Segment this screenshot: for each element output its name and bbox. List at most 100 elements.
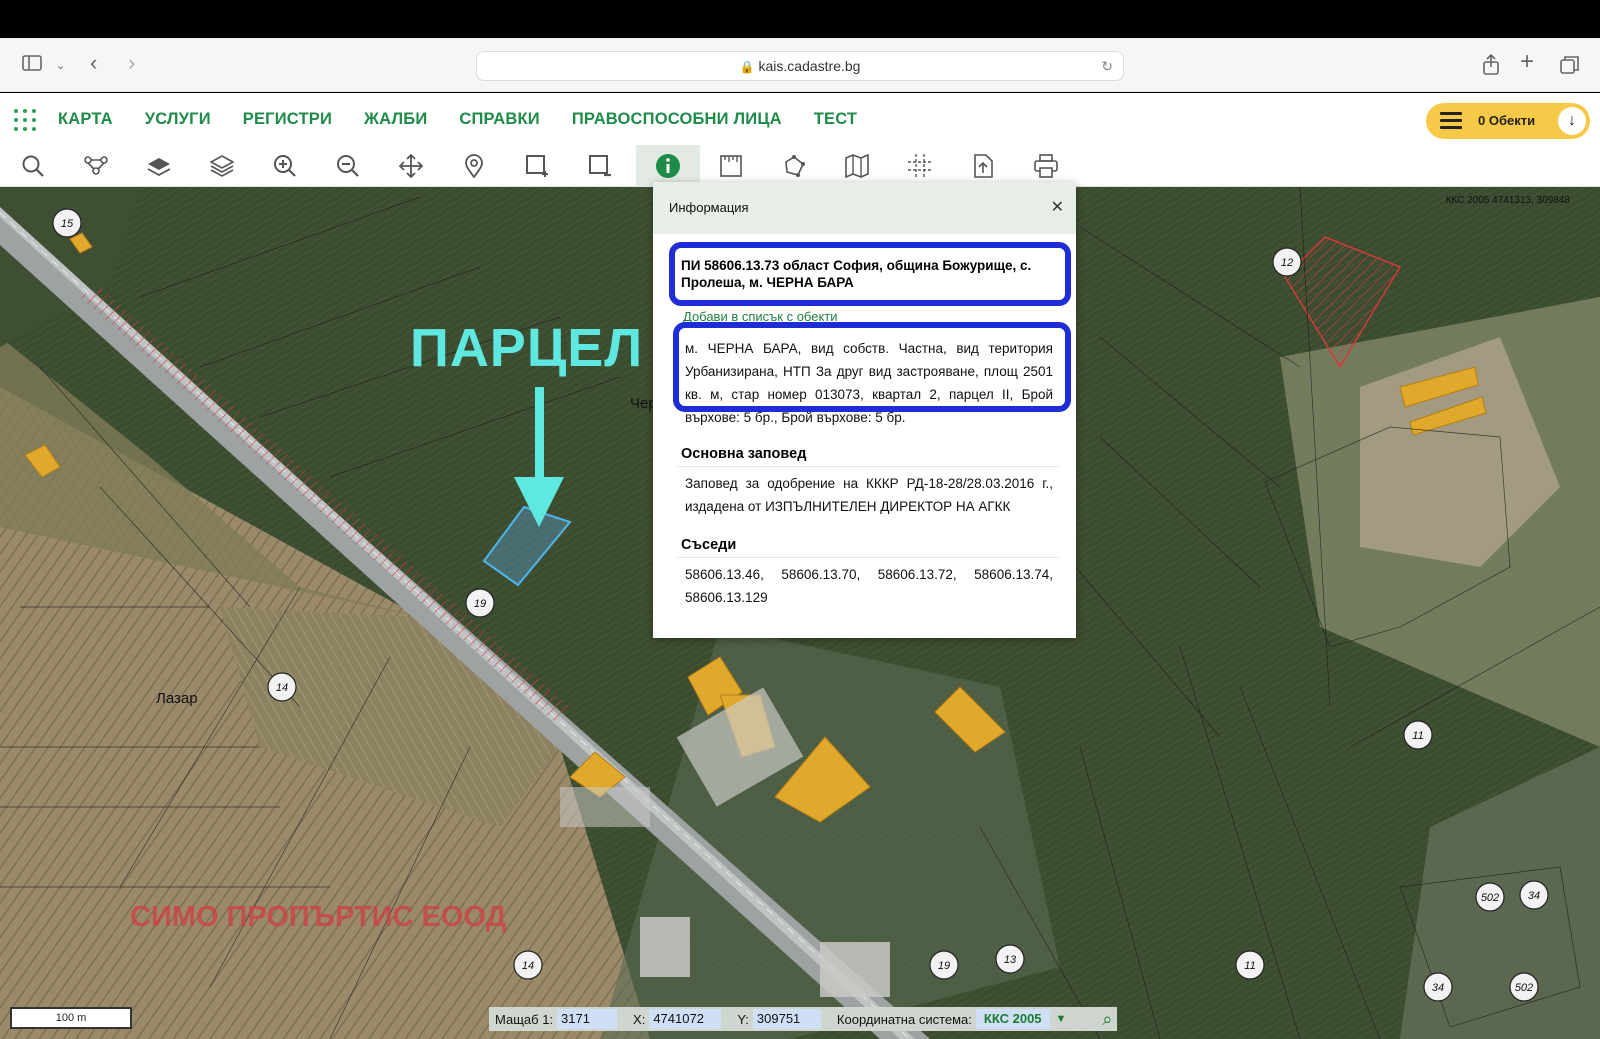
- tool-measure[interactable]: [700, 145, 762, 187]
- objects-basket-button[interactable]: 0 Обекти ↓: [1426, 103, 1590, 139]
- forward-icon[interactable]: ›: [128, 52, 135, 74]
- reload-icon[interactable]: ↻: [1101, 52, 1113, 80]
- map-toolbar: [0, 145, 1600, 187]
- map-status-bar: Мащаб 1: 3171 X: 4741072 Y: 309751 Коорд…: [489, 1007, 1117, 1031]
- circle-label: 11: [1412, 730, 1423, 742]
- info-panel: Информация ✕ ПИ 58606.13.73 област София…: [653, 182, 1076, 638]
- zoom-out-icon: [337, 155, 359, 177]
- print-icon: [1034, 154, 1058, 178]
- tree-icon: [84, 156, 108, 175]
- layers-icon: [210, 155, 234, 177]
- info-panel-title: Информация: [669, 200, 749, 215]
- os-top-bar: [0, 0, 1600, 38]
- y-label: Y:: [737, 1011, 749, 1027]
- highlight-frame-description: [673, 322, 1071, 412]
- circle-label: 14: [522, 960, 534, 972]
- tool-polygon[interactable]: [763, 145, 825, 187]
- search-icon[interactable]: ⌕: [1102, 1009, 1112, 1030]
- apps-grid-icon[interactable]: [14, 109, 38, 133]
- scale-field[interactable]: 3171: [557, 1009, 618, 1029]
- select-remove-icon: [589, 155, 611, 177]
- tabs-overview-icon[interactable]: [1560, 55, 1580, 79]
- tool-export[interactable]: [952, 145, 1014, 187]
- coord-system-label: Координатна система:: [836, 1011, 972, 1027]
- chevron-down-icon[interactable]: ⌄: [56, 56, 65, 76]
- tool-pan[interactable]: [380, 145, 442, 187]
- grid-icon: [908, 154, 932, 178]
- layer-icon: [147, 158, 171, 177]
- pan-icon: [399, 154, 423, 178]
- close-icon[interactable]: ✕: [1051, 182, 1064, 234]
- tool-pin[interactable]: [443, 145, 505, 187]
- sidebar-icon[interactable]: [22, 55, 42, 75]
- dropdown-arrow-icon[interactable]: ▼: [1056, 1013, 1067, 1025]
- circle-label: 14: [276, 682, 288, 694]
- zoom-in-icon: [274, 155, 296, 177]
- circle-label: 13: [1004, 954, 1017, 966]
- nav-item-registri[interactable]: РЕГИСТРИ: [243, 110, 332, 129]
- place-label-lazar: Лазар: [156, 690, 198, 707]
- site-navigation: КАРТА УСЛУГИ РЕГИСТРИ ЖАЛБИ СПРАВКИ ПРАВ…: [0, 93, 1600, 145]
- nav-item-uslugi[interactable]: УСЛУГИ: [145, 110, 211, 129]
- tool-map[interactable]: [826, 145, 888, 187]
- tool-grid[interactable]: [889, 145, 951, 187]
- circle-label: 502: [1481, 892, 1499, 904]
- tool-tree[interactable]: [65, 145, 127, 187]
- scale-bar: 100 m: [10, 1007, 132, 1029]
- objects-count: 0 Обекти: [1478, 113, 1536, 128]
- info-panel-header: Информация ✕: [653, 182, 1076, 234]
- coord-system-select[interactable]: ККС 2005: [975, 1009, 1050, 1029]
- nav-item-pravosposobni[interactable]: ПРАВОСПОСОБНИ ЛИЦА: [572, 110, 782, 129]
- tool-info[interactable]: [636, 145, 700, 187]
- circle-label: 19: [938, 960, 950, 972]
- tool-select-remove[interactable]: [569, 145, 631, 187]
- circle-label: 19: [474, 598, 486, 610]
- polygon-icon: [785, 155, 805, 177]
- measure-icon: [720, 155, 742, 177]
- circle-label: 34: [1528, 890, 1540, 902]
- tool-layer[interactable]: [128, 145, 190, 187]
- tool-select-add[interactable]: [506, 145, 568, 187]
- circle-label: 502: [1515, 982, 1533, 994]
- circle-label: 15: [61, 218, 74, 230]
- pin-icon: [465, 154, 483, 178]
- circle-label: 11: [1244, 960, 1255, 972]
- menu-icon: [1440, 112, 1462, 130]
- neighbors-heading: Съседи: [677, 532, 1059, 558]
- tool-zoom-in[interactable]: [254, 145, 316, 187]
- coordinate-readout: ККС 2005 4741313, 309848: [1445, 195, 1570, 206]
- x-label: X:: [633, 1011, 646, 1027]
- order-heading: Основна заповед: [677, 441, 1059, 467]
- export-icon: [974, 154, 993, 178]
- tool-print[interactable]: [1015, 145, 1077, 187]
- info-icon: [656, 154, 680, 178]
- nav-item-spravki[interactable]: СПРАВКИ: [459, 110, 540, 129]
- tool-zoom-out[interactable]: [317, 145, 379, 187]
- address-bar[interactable]: 🔒 kais.cadastre.bg ↻: [476, 51, 1124, 81]
- lock-icon: 🔒: [739, 60, 755, 74]
- y-field[interactable]: 309751: [752, 1009, 821, 1029]
- scale-label: Мащаб 1:: [495, 1011, 554, 1027]
- back-icon[interactable]: ‹: [90, 52, 97, 74]
- url-text: kais.cadastre.bg: [758, 58, 861, 74]
- nav-item-test[interactable]: ТЕСТ: [814, 110, 857, 129]
- nav-item-karta[interactable]: КАРТА: [58, 110, 113, 129]
- browser-toolbar: ⌄ ‹ › 🔒 kais.cadastre.bg ↻ +: [0, 38, 1600, 92]
- download-icon[interactable]: ↓: [1558, 107, 1586, 135]
- search-icon: [22, 155, 44, 177]
- main-menu: КАРТА УСЛУГИ РЕГИСТРИ ЖАЛБИ СПРАВКИ ПРАВ…: [58, 93, 889, 145]
- new-tab-icon[interactable]: +: [1520, 50, 1534, 74]
- tool-search[interactable]: [2, 145, 64, 187]
- x-field[interactable]: 4741072: [649, 1009, 722, 1029]
- share-icon[interactable]: [1482, 53, 1500, 80]
- tool-layers[interactable]: [191, 145, 253, 187]
- neighbors-text: 58606.13.46, 58606.13.70, 58606.13.72, 5…: [685, 567, 1053, 605]
- highlight-frame-title: [669, 242, 1071, 306]
- order-text: Заповед за одобрение на КККР РД-18-28/28…: [685, 476, 1053, 514]
- circle-label: 34: [1432, 982, 1444, 994]
- nav-item-zhalbi[interactable]: ЖАЛБИ: [364, 110, 427, 129]
- watermark: СИМО ПРОПЪРТИС ЕООД: [130, 901, 507, 933]
- select-add-icon: [526, 155, 548, 177]
- circle-label: 12: [1281, 257, 1293, 269]
- parcel-overlay-label: ПАРЦЕЛ: [410, 318, 644, 378]
